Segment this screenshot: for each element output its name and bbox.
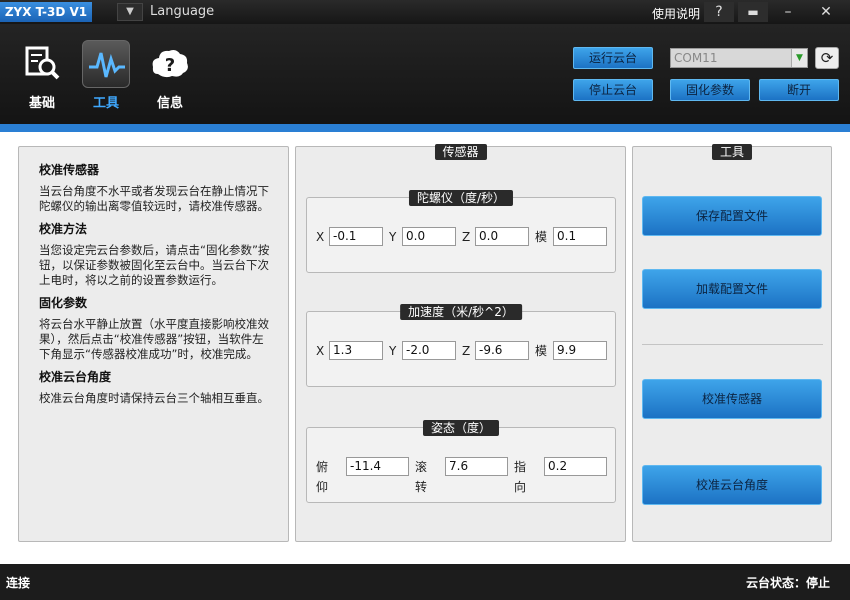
tools-panel: 工具 保存配置文件 加载配置文件 校准传感器 校准云台角度 [632, 144, 832, 542]
connection-status: 连接 [6, 576, 31, 590]
accel-y-field[interactable]: -2.0 [402, 341, 456, 360]
load-config-button[interactable]: 加载配置文件 [642, 269, 822, 309]
sensor-panel: 传感器 陀螺仪（度/秒） X -0.1 Y 0.0 Z 0.0 模 0.1 加速… [295, 144, 626, 542]
gimbal-status: 云台状态：停止 [745, 576, 830, 590]
accent-divider [0, 124, 850, 132]
roll-field[interactable]: 7.6 [445, 457, 508, 476]
title-bar: ZYX T-3D V1 ▼ Language 使用说明 ? ▬ – ✕ [0, 0, 850, 24]
roll-label: 滚转 [415, 460, 428, 494]
language-dropdown-icon[interactable]: ▼ [117, 3, 143, 21]
yaw-label: 指向 [514, 460, 527, 494]
gyro-group: 陀螺仪（度/秒） X -0.1 Y 0.0 Z 0.0 模 0.1 [306, 190, 616, 273]
nav-info[interactable]: ? 信息 [144, 40, 196, 111]
status-bar: 连接 云台状态：停止 [0, 564, 850, 600]
nav-basic-label: 基础 [28, 96, 55, 111]
calibrate-sensor-button[interactable]: 校准传感器 [642, 379, 822, 419]
main-toolbar: 基础 工具 ? 信息 运行云台 停止云台 COM11 ▼ ⟳ 固化参数 断开 [0, 24, 850, 124]
accel-mod-field[interactable]: 9.9 [553, 341, 607, 360]
tools-divider [642, 344, 823, 345]
gyro-x-label: X [316, 230, 325, 244]
info-heading: 校准传感器 [39, 163, 100, 177]
accel-x-field[interactable]: 1.3 [329, 341, 383, 360]
nav-basic[interactable]: 基础 [16, 40, 68, 111]
app-title: ZYX T-3D V1 [0, 2, 92, 22]
info-heading: 校准云台角度 [39, 370, 112, 384]
gyro-y-label: Y [389, 230, 397, 244]
chevron-down-icon: ▼ [791, 49, 807, 67]
gyro-z-label: Z [462, 230, 471, 244]
com-port-value: COM11 [674, 51, 718, 65]
com-port-select[interactable]: COM11 ▼ [670, 48, 808, 68]
gyro-x-field[interactable]: -0.1 [329, 227, 383, 246]
info-heading: 固化参数 [39, 296, 88, 310]
gyro-mod-field[interactable]: 0.1 [553, 227, 607, 246]
run-gimbal-button[interactable]: 运行云台 [573, 47, 653, 69]
gyro-y-field[interactable]: 0.0 [402, 227, 456, 246]
nav-tools-label: 工具 [92, 96, 119, 111]
nav-tools[interactable]: 工具 [80, 40, 132, 111]
fix-params-button[interactable]: 固化参数 [670, 79, 750, 101]
sensor-panel-title: 传感器 [434, 144, 487, 160]
yaw-field[interactable]: 0.2 [544, 457, 607, 476]
svg-text:?: ? [165, 55, 175, 76]
info-text: 当您设定完云台参数后，请点击“固化参数”按钮，以保证参数被固化至云台中。当云台下… [39, 243, 270, 287]
refresh-icon[interactable]: ⟳ [815, 47, 839, 69]
info-text: 校准云台角度时请保持云台三个轴相互垂直。 [39, 391, 269, 405]
save-config-button[interactable]: 保存配置文件 [642, 196, 822, 236]
attitude-group: 姿态（度） 俯仰 -11.4 滚转 7.6 指向 0.2 [306, 420, 616, 503]
attitude-title: 姿态（度） [422, 420, 500, 436]
gyro-mod-label: 模 [535, 230, 548, 244]
question-cloud-icon: ? [146, 40, 194, 88]
gyro-z-field[interactable]: 0.0 [475, 227, 529, 246]
accel-title: 加速度（米/秒^2） [400, 304, 522, 320]
accel-mod-label: 模 [535, 344, 548, 358]
accel-y-label: Y [389, 344, 397, 358]
nav-info-label: 信息 [156, 96, 183, 111]
search-document-icon [18, 40, 66, 88]
calibrate-angle-button[interactable]: 校准云台角度 [642, 465, 822, 505]
close-icon[interactable]: ✕ [811, 2, 841, 22]
help-link[interactable]: 使用说明 [652, 5, 700, 22]
message-icon[interactable]: ▬ [738, 2, 768, 22]
info-text: 将云台水平静止放置（水平度直接影响校准效果），然后点击“校准传感器”按钮，当软件… [39, 317, 269, 361]
disconnect-button[interactable]: 断开 [759, 79, 839, 101]
help-icon[interactable]: ? [704, 2, 734, 22]
gyro-title: 陀螺仪（度/秒） [408, 190, 514, 206]
info-heading: 校准方法 [39, 222, 88, 236]
pitch-label: 俯仰 [316, 460, 329, 494]
info-text: 当云台角度不水平或者发现云台在静止情况下陀螺仪的输出离零值较远时，请校准传感器。 [39, 184, 269, 213]
accel-x-label: X [316, 344, 325, 358]
stop-gimbal-button[interactable]: 停止云台 [573, 79, 653, 101]
tools-panel-title: 工具 [711, 144, 753, 160]
accel-z-label: Z [462, 344, 471, 358]
accel-group: 加速度（米/秒^2） X 1.3 Y -2.0 Z -9.6 模 9.9 [306, 304, 616, 387]
minimize-icon[interactable]: – [773, 2, 803, 22]
info-panel: 校准传感器 当云台角度不水平或者发现云台在静止情况下陀螺仪的输出离零值较远时，请… [18, 146, 289, 542]
language-label[interactable]: Language [150, 4, 214, 19]
waveform-icon [82, 40, 130, 88]
pitch-field[interactable]: -11.4 [346, 457, 409, 476]
accel-z-field[interactable]: -9.6 [475, 341, 529, 360]
